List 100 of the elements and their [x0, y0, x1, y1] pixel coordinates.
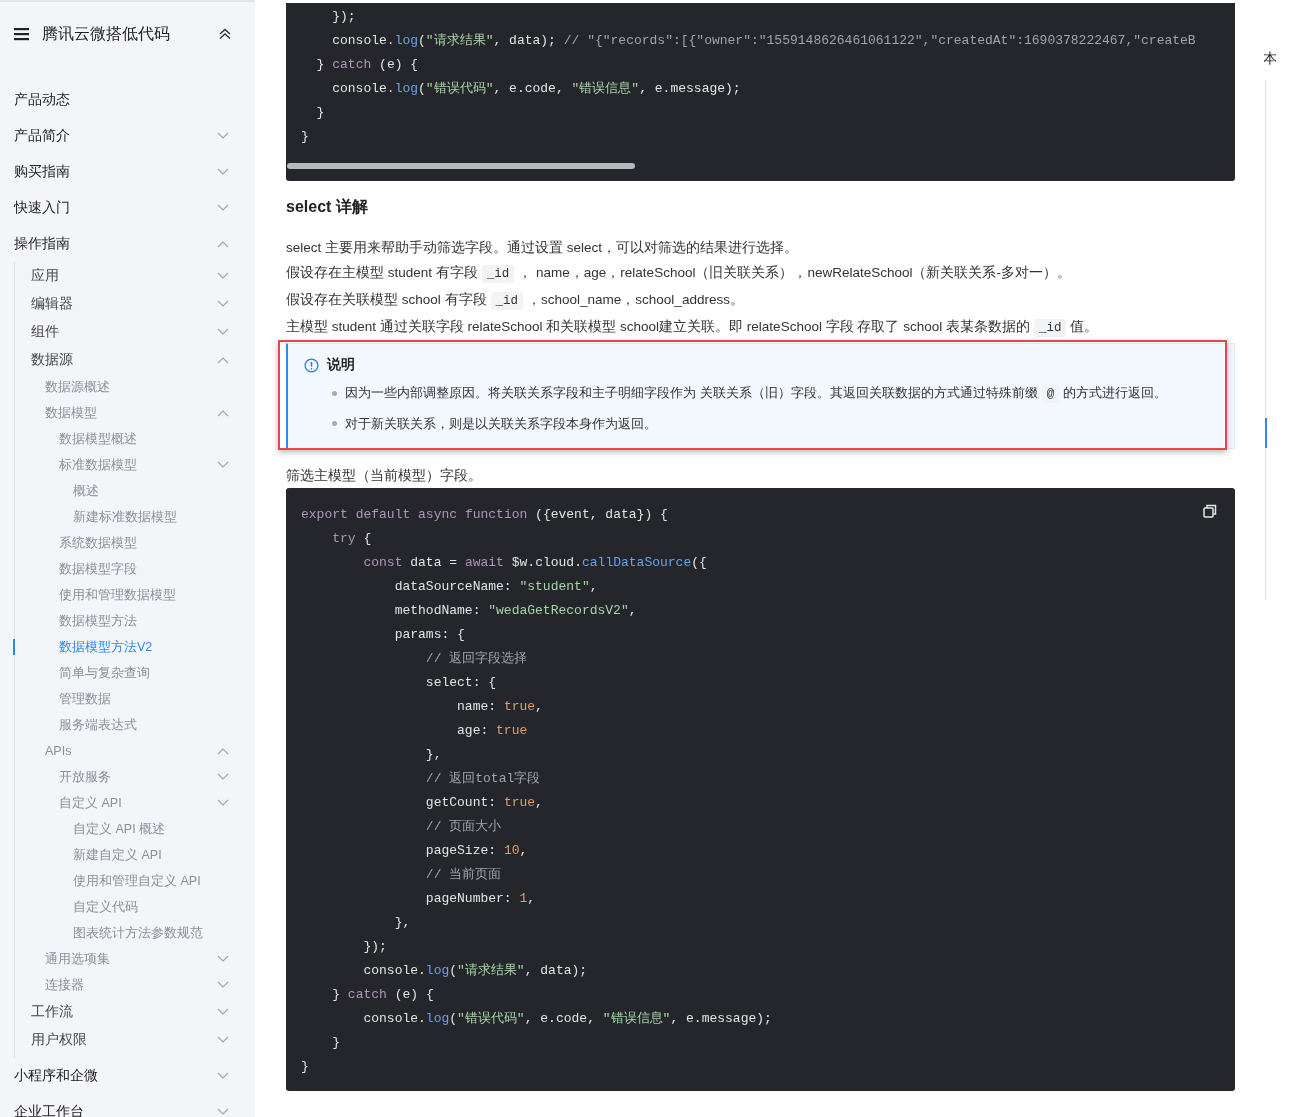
- bullet-dot: [332, 421, 337, 426]
- chevron-up-icon[interactable]: [217, 356, 229, 364]
- code-line: export default async function ({event, data}) {: [301, 506, 668, 524]
- section-heading: select 详解: [286, 197, 369, 217]
- scrollbar[interactable]: [287, 163, 635, 169]
- paragraph: 筛选主模型（当前模型）字段。: [286, 467, 483, 485]
- nav-item[interactable]: 自定义代码: [15, 894, 255, 920]
- nav-item[interactable]: 组件: [15, 318, 255, 346]
- chevron-down-icon[interactable]: [217, 773, 229, 781]
- code-line: // 返回字段选择: [424, 650, 528, 668]
- nav-item[interactable]: 数据模型方法V2: [15, 634, 255, 660]
- code-line: select: {: [424, 674, 497, 692]
- nav-item[interactable]: 新建自定义 API: [15, 842, 255, 868]
- nav-item[interactable]: 企业工作台: [0, 1094, 255, 1117]
- sidebar-title: 腾讯云微搭低代码: [42, 23, 171, 44]
- code-line: console.log("错误代码", e.code, "错误信息", e.message);: [362, 1010, 772, 1028]
- code-line: const data = await $w.cloud.callDataSource({: [362, 554, 707, 572]
- chevron-down-icon[interactable]: [217, 132, 229, 140]
- code-line: pageSize: 10,: [424, 842, 528, 860]
- code-line: try {: [331, 530, 372, 548]
- note-title: 说明: [327, 356, 355, 374]
- menu-icon[interactable]: [14, 27, 30, 41]
- chevron-down-icon[interactable]: [217, 955, 229, 963]
- nav-item[interactable]: 小程序和企微: [0, 1058, 255, 1094]
- code-line: });: [362, 938, 387, 956]
- nav-item[interactable]: 数据模型: [15, 400, 255, 426]
- chevron-up-icon[interactable]: [217, 409, 229, 417]
- code-line: params: {: [393, 626, 465, 644]
- code-line: console.log("请求结果", data);: [362, 962, 588, 980]
- nav-item[interactable]: 快速入门: [0, 190, 255, 226]
- nav-item[interactable]: 通用选项集: [15, 946, 255, 972]
- chevron-down-icon[interactable]: [217, 168, 229, 176]
- chevron-down-icon[interactable]: [217, 1108, 229, 1116]
- code-line: },: [393, 914, 411, 932]
- code-line: // 当前页面: [424, 866, 502, 884]
- chevron-down-icon[interactable]: [217, 461, 229, 469]
- nav-item[interactable]: 编辑器: [15, 290, 255, 318]
- code-line: name: true,: [456, 698, 543, 716]
- code-line: getCount: true,: [424, 794, 543, 812]
- chevron-down-icon[interactable]: [217, 1036, 229, 1044]
- selection-indicator: [13, 639, 15, 655]
- chevron-down-icon[interactable]: [217, 328, 229, 336]
- nav-item[interactable]: 新建标准数据模型: [15, 504, 255, 530]
- code-line: console.log("错误代码", e.code, "错误信息", e.message);: [331, 80, 741, 98]
- paragraph: select 主要用来帮助手动筛选字段。通过设置 select，可以对筛选的结果进行选择。: [286, 239, 800, 257]
- nav-item[interactable]: 服务端表达式: [15, 712, 255, 738]
- nav-item[interactable]: 图表统计方法参数规范: [15, 920, 255, 946]
- nav-item[interactable]: APIs: [15, 738, 255, 764]
- chevron-down-icon[interactable]: [217, 300, 229, 308]
- code-line: dataSourceName: "student",: [393, 578, 598, 596]
- bullet-dot: [332, 391, 337, 396]
- nav-item[interactable]: 购买指南: [0, 154, 255, 190]
- nav-item[interactable]: 用户权限: [15, 1026, 255, 1054]
- code-line: } catch (e) {: [331, 986, 434, 1004]
- code-line: methodName: "wedaGetRecordsV2",: [393, 602, 637, 620]
- toc-title: 本: [1264, 50, 1277, 68]
- chevron-up-icon[interactable]: [217, 240, 229, 248]
- code-line: });: [331, 8, 356, 26]
- nav-item[interactable]: 连接器: [15, 972, 255, 998]
- nav-item[interactable]: 简单与复杂查询: [15, 660, 255, 686]
- nav-item[interactable]: 开放服务: [15, 764, 255, 790]
- nav-item[interactable]: 数据模型字段: [15, 556, 255, 582]
- nav-item[interactable]: 数据模型方法: [15, 608, 255, 634]
- nav-item[interactable]: 系统数据模型: [15, 530, 255, 556]
- code-line: }: [331, 1034, 341, 1052]
- copy-icon[interactable]: [1203, 504, 1217, 518]
- code-line: }: [301, 1058, 309, 1076]
- chevron-down-icon[interactable]: [217, 204, 229, 212]
- note-text: 对于新关联关系，则是以关联关系字段本身作为返回。: [345, 415, 657, 433]
- code-line: // 页面大小: [424, 818, 502, 836]
- nav-item[interactable]: 自定义 API: [15, 790, 255, 816]
- chevron-up-icon[interactable]: [217, 747, 229, 755]
- nav-item[interactable]: 使用和管理数据模型: [15, 582, 255, 608]
- nav-item[interactable]: 使用和管理自定义 API: [15, 868, 255, 894]
- code-line: // 返回total字段: [424, 770, 541, 788]
- paragraph: 主模型 student 通过关联字段 relateSchool 和关联模型 school建立关联。即 relateSchool 字段 存取了 school 表某条数据的 _id 值。: [286, 318, 1100, 339]
- code-line: console.log("请求结果", data); // "{"records":[{"owner":"1559148626461061122","createdAt":1690378222467,"createB: [331, 32, 1196, 50]
- double-chevron-up-icon[interactable]: [219, 28, 231, 40]
- toc-indicator: [1265, 418, 1267, 448]
- chevron-down-icon[interactable]: [217, 799, 229, 807]
- code-line: pageNumber: 1,: [424, 890, 536, 908]
- nav-item[interactable]: 自定义 API 概述: [15, 816, 255, 842]
- chevron-down-icon[interactable]: [217, 272, 229, 280]
- chevron-down-icon[interactable]: [217, 981, 229, 989]
- nav-item[interactable]: 管理数据: [15, 686, 255, 712]
- nav-item[interactable]: 应用: [15, 262, 255, 290]
- nav-item[interactable]: 数据源概述: [15, 374, 255, 400]
- code-line: }: [315, 104, 325, 122]
- chevron-down-icon[interactable]: [217, 1008, 229, 1016]
- nav-item[interactable]: 产品简介: [0, 118, 255, 154]
- nav-item[interactable]: 标准数据模型: [15, 452, 255, 478]
- chevron-down-icon[interactable]: [217, 1072, 229, 1080]
- paragraph: 假设存在关联模型 school 有字段 _id ，school_name，school_address。: [286, 291, 745, 312]
- nav-item[interactable]: 工作流: [15, 998, 255, 1026]
- nav-item[interactable]: 概述: [15, 478, 255, 504]
- nav-item[interactable]: 产品动态: [0, 82, 255, 118]
- nav-item[interactable]: 数据源: [15, 346, 255, 374]
- nav-item[interactable]: 数据模型概述: [15, 426, 255, 452]
- code-line: } catch (e) {: [315, 56, 419, 74]
- nav-item[interactable]: 操作指南: [0, 226, 255, 262]
